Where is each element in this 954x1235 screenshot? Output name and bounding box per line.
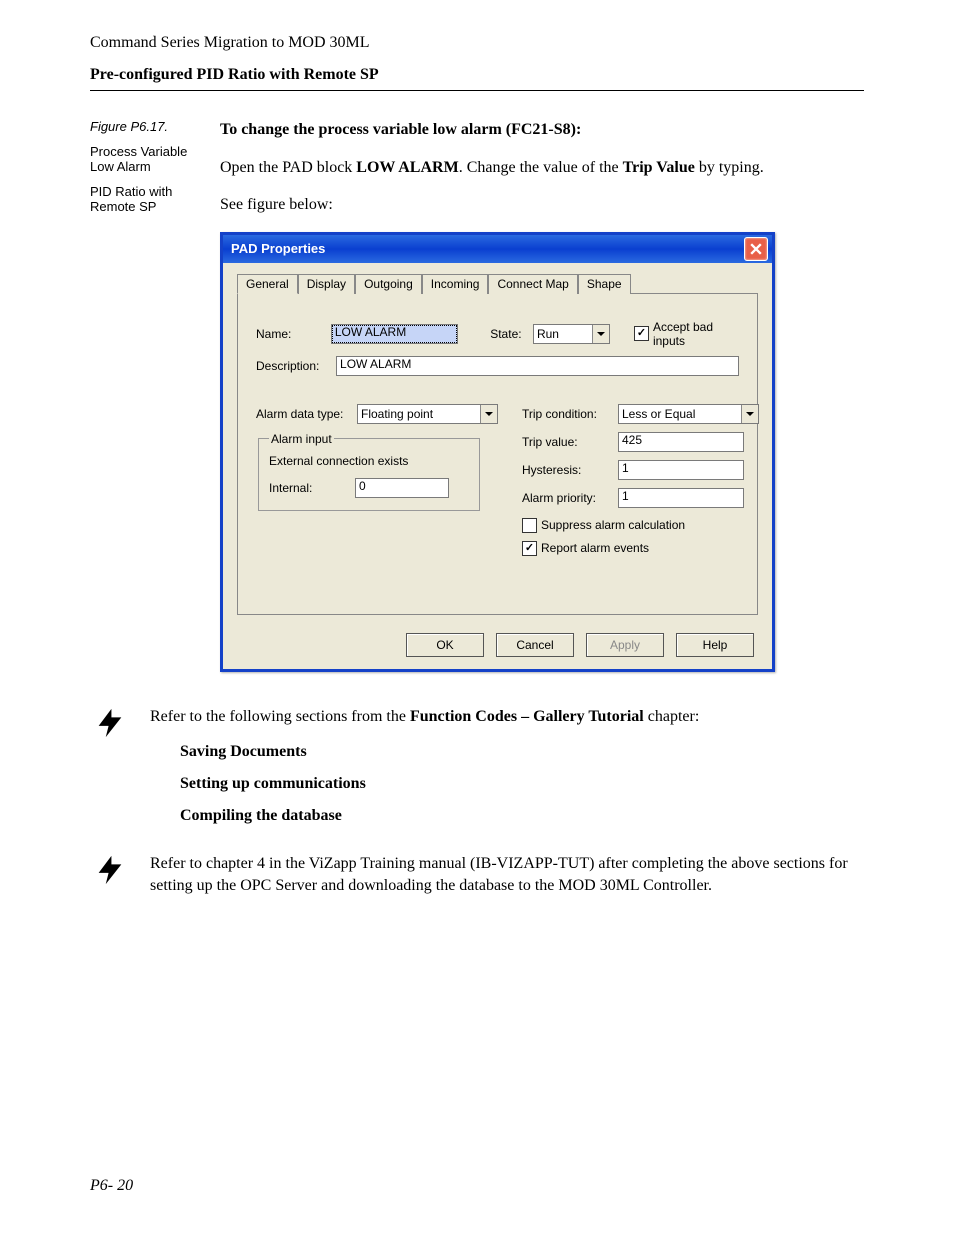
alarm-input-legend: Alarm input <box>269 432 334 446</box>
hysteresis-label: Hysteresis: <box>522 463 612 477</box>
divider <box>90 90 864 91</box>
figure-number: Figure P6.17. <box>90 119 210 134</box>
report-alarm-checkbox[interactable]: Report alarm events <box>522 541 649 556</box>
alarm-data-type-label: Alarm data type: <box>256 407 351 421</box>
note1-item: Saving Documents <box>180 743 864 761</box>
tab-general[interactable]: General <box>237 274 298 294</box>
name-input[interactable]: LOW ALARM <box>331 324 458 344</box>
description-input[interactable]: LOW ALARM <box>336 356 739 376</box>
tab-connect-map[interactable]: Connect Map <box>488 274 577 294</box>
alarm-priority-input[interactable]: 1 <box>618 488 744 508</box>
hysteresis-input[interactable]: 1 <box>618 460 744 480</box>
tab-shape[interactable]: Shape <box>578 274 631 294</box>
checkbox-icon <box>522 541 537 556</box>
tab-panel-general: Name: LOW ALARM State: Run Accept bad in… <box>237 293 758 615</box>
note1-item: Setting up communications <box>180 775 864 793</box>
lightning-icon <box>90 706 130 740</box>
doc-header: Command Series Migration to MOD 30ML <box>90 34 864 52</box>
alarm-data-type-select[interactable]: Floating point <box>357 404 498 424</box>
internal-label: Internal: <box>269 481 349 495</box>
tab-outgoing[interactable]: Outgoing <box>355 274 422 294</box>
dialog-title: PAD Properties <box>231 241 325 256</box>
tab-incoming[interactable]: Incoming <box>422 274 489 294</box>
description-label: Description: <box>256 359 330 373</box>
alarm-priority-label: Alarm priority: <box>522 491 612 505</box>
suppress-alarm-checkbox[interactable]: Suppress alarm calculation <box>522 518 685 533</box>
trip-condition-label: Trip condition: <box>522 407 612 421</box>
checkbox-icon <box>634 326 649 341</box>
chevron-down-icon[interactable] <box>480 405 497 423</box>
external-connection-text: External connection exists <box>269 454 469 468</box>
tab-display[interactable]: Display <box>298 274 355 294</box>
name-label: Name: <box>256 327 325 341</box>
trip-condition-select[interactable]: Less or Equal <box>618 404 759 424</box>
state-select[interactable]: Run <box>533 324 610 344</box>
trip-value-input[interactable]: 425 <box>618 432 744 452</box>
see-figure-text: See figure below: <box>220 194 864 216</box>
instruction-heading: To change the process variable low alarm… <box>220 119 864 141</box>
figure-caption-block: Figure P6.17. Process Variable Low Alarm… <box>90 119 210 224</box>
lightning-icon <box>90 853 130 887</box>
tab-strip: General Display Outgoing Incoming Connec… <box>223 263 772 293</box>
accept-bad-inputs-checkbox[interactable]: Accept bad inputs <box>634 320 739 348</box>
page-number: P6- 20 <box>90 1177 133 1195</box>
state-label: State: <box>490 327 527 341</box>
ok-button[interactable]: OK <box>406 633 484 657</box>
dialog-button-row: OK Cancel Apply Help <box>223 625 772 669</box>
apply-button[interactable]: Apply <box>586 633 664 657</box>
cancel-button[interactable]: Cancel <box>496 633 574 657</box>
checkbox-icon <box>522 518 537 533</box>
instruction-text: Open the PAD block LOW ALARM. Change the… <box>220 157 864 179</box>
chevron-down-icon[interactable] <box>592 325 609 343</box>
figure-caption-2: PID Ratio with Remote SP <box>90 184 210 214</box>
help-button[interactable]: Help <box>676 633 754 657</box>
figure-caption-1: Process Variable Low Alarm <box>90 144 210 174</box>
close-icon[interactable] <box>744 237 768 261</box>
note1-list: Saving Documents Setting up communicatio… <box>180 743 864 825</box>
alarm-input-group: Alarm input External connection exists I… <box>258 432 480 511</box>
note2-text: Refer to chapter 4 in the ViZapp Trainin… <box>150 853 864 896</box>
trip-value-label: Trip value: <box>522 435 612 449</box>
chevron-down-icon[interactable] <box>741 405 758 423</box>
dialog-titlebar[interactable]: PAD Properties <box>223 235 772 263</box>
internal-input[interactable]: 0 <box>355 478 449 498</box>
section-title: Pre-configured PID Ratio with Remote SP <box>90 66 864 84</box>
pad-properties-dialog: PAD Properties General Display Outgoing … <box>220 232 775 672</box>
note1-text: Refer to the following sections from the… <box>150 706 864 728</box>
note1-item: Compiling the database <box>180 807 864 825</box>
